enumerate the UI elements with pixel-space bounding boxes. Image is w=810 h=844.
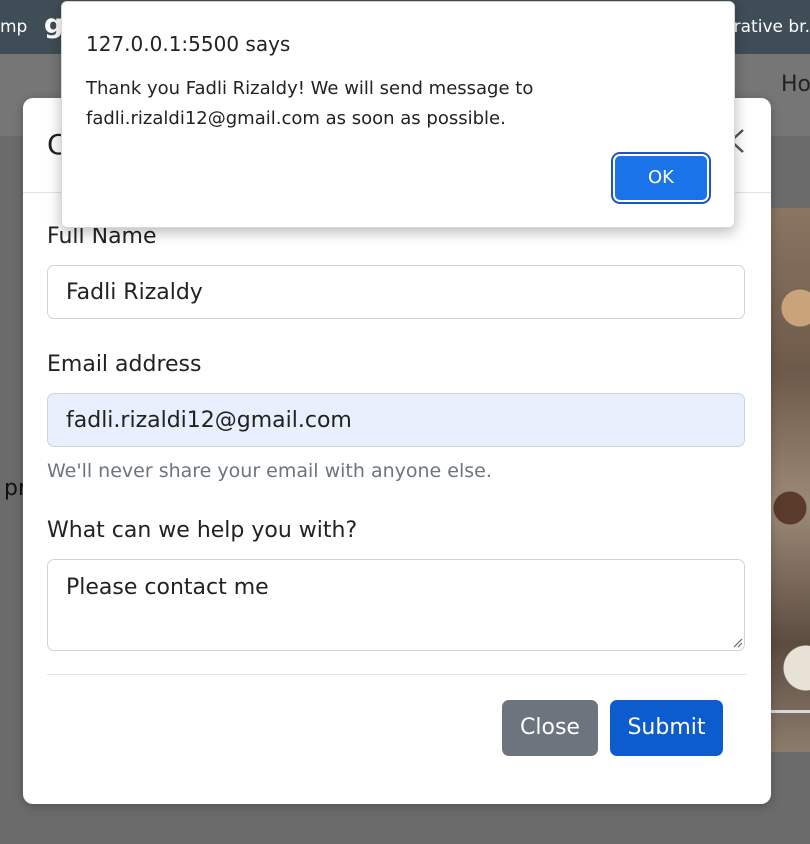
background-food-image [770, 208, 810, 752]
message-textarea[interactable]: Please contact me [47, 559, 745, 651]
close-button[interactable]: Close [502, 700, 598, 756]
message-label: What can we help you with? [47, 518, 358, 543]
topbar-right-text: orative br. [723, 17, 810, 37]
alert-origin: 127.0.0.1:5500 says [86, 32, 291, 56]
resize-grip-icon[interactable] [731, 636, 743, 648]
nav-link-home[interactable]: Ho [781, 72, 810, 97]
alert-message: Thank you Fadli Rizaldy! We will send me… [86, 78, 534, 129]
email-label: Email address [47, 352, 202, 377]
modal-footer-divider [47, 674, 747, 675]
topbar-left-text: mp [0, 17, 28, 37]
submit-button[interactable]: Submit [610, 700, 723, 756]
email-help-text: We'll never share your email with anyone… [47, 460, 492, 482]
carousel-indicator [770, 710, 810, 713]
browser-alert-dialog: 127.0.0.1:5500 says Thank you Fadli Riza… [61, 1, 735, 228]
email-input[interactable]: fadli.rizaldi12@gmail.com [47, 393, 745, 447]
alert-ok-button[interactable]: OK [615, 156, 707, 200]
full-name-input[interactable]: Fadli Rizaldy [47, 265, 745, 319]
